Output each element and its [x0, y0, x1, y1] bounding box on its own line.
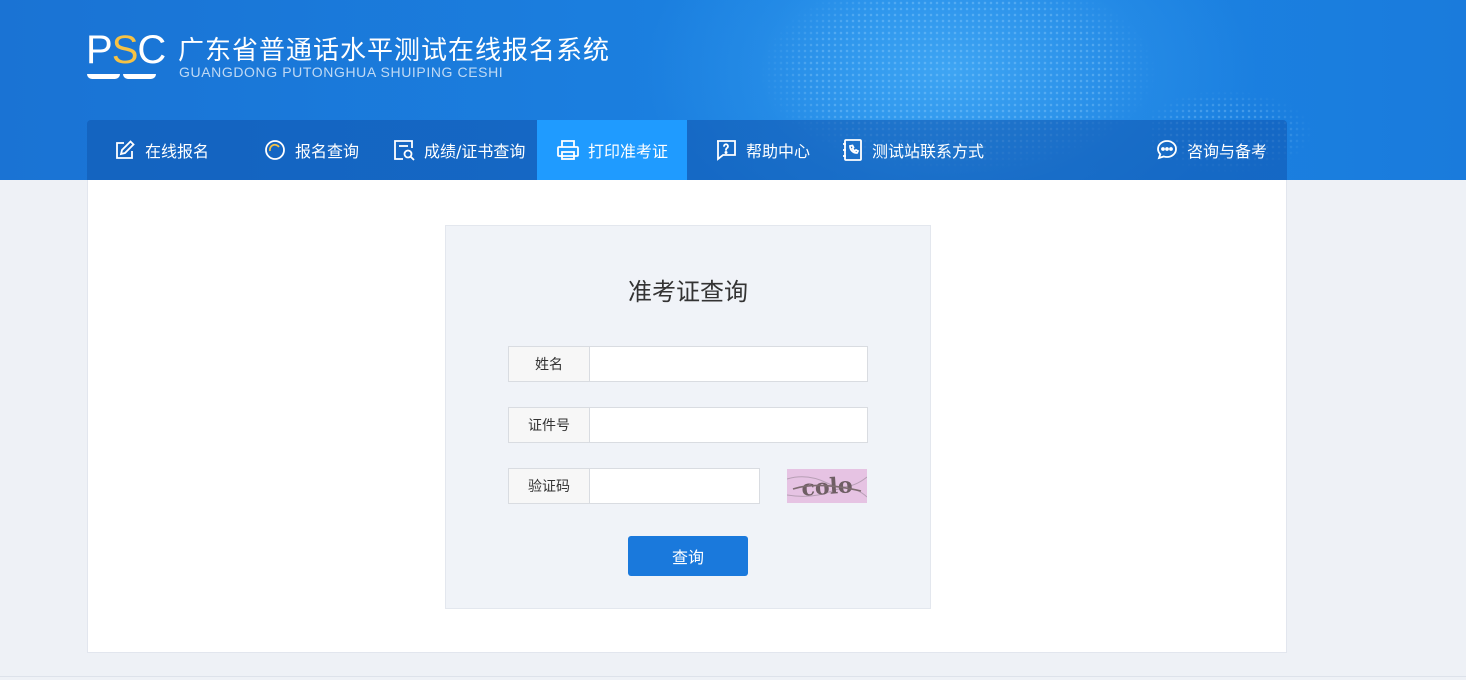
nav-item-print-admission-ticket[interactable]: 打印准考证 — [537, 120, 687, 180]
nav-item-registration-query[interactable]: 报名查询 — [263, 120, 359, 180]
main-content: 准考证查询 姓名 证件号 验证码 colo 查询 — [87, 180, 1287, 653]
nav-label: 报名查询 — [295, 142, 360, 161]
id-number-row: 证件号 — [508, 407, 868, 443]
chat-bubble-icon — [1157, 140, 1177, 160]
site-subtitle: GUANGDONG PUTONGHUA SHUIPING CESHI — [179, 64, 504, 80]
nav-label: 成绩/证书查询 — [424, 142, 526, 161]
document-search-icon — [394, 140, 415, 161]
nav-label: 帮助中心 — [746, 142, 811, 161]
captcha-row: 验证码 — [508, 468, 760, 504]
nav-item-test-station-contact[interactable]: 测试站联系方式 — [840, 120, 984, 180]
nav-item-consult-prepare[interactable]: 咨询与备考 — [1155, 120, 1267, 180]
nav-label: 测试站联系方式 — [872, 142, 985, 161]
footer-divider — [0, 676, 1466, 677]
search-circle-icon — [265, 140, 285, 160]
edit-icon — [116, 140, 135, 159]
nav-label: 咨询与备考 — [1187, 142, 1268, 161]
main-nav: 在线报名 报名查询 成绩/证书查询 打印准考证 帮助中心 测试站联系方式 咨询与… — [87, 120, 1287, 180]
captcha-input[interactable] — [590, 468, 760, 504]
id-number-label: 证件号 — [508, 407, 590, 443]
nav-label: 在线报名 — [145, 142, 210, 161]
admission-ticket-query-panel: 准考证查询 姓名 证件号 验证码 colo 查询 — [445, 225, 931, 609]
nav-item-score-certificate-query[interactable]: 成绩/证书查询 — [392, 120, 525, 180]
psc-logo[interactable]: PSC — [86, 30, 166, 82]
captcha-text: colo — [801, 472, 854, 502]
phone-book-icon — [843, 139, 862, 161]
nav-label: 打印准考证 — [587, 142, 668, 161]
printer-icon — [557, 140, 579, 160]
name-label: 姓名 — [508, 346, 590, 382]
id-number-input[interactable] — [590, 407, 868, 443]
name-row: 姓名 — [508, 346, 868, 382]
name-input[interactable] — [590, 346, 868, 382]
captcha-graphic: colo — [787, 469, 867, 503]
logo-book-icon — [87, 74, 156, 79]
nav-item-online-registration[interactable]: 在线报名 — [113, 120, 209, 180]
captcha-label: 验证码 — [508, 468, 590, 504]
site-header: PSC 广东省普通话水平测试在线报名系统 GUANGDONG PUTONGHUA… — [0, 0, 1466, 180]
captcha-image[interactable]: colo — [787, 469, 867, 503]
site-title: 广东省普通话水平测试在线报名系统 — [178, 36, 611, 66]
logo-text: PSC — [86, 28, 166, 72]
help-chat-icon — [717, 140, 736, 161]
nav-item-help-center[interactable]: 帮助中心 — [714, 120, 810, 180]
panel-title: 准考证查询 — [628, 278, 748, 306]
query-button[interactable]: 查询 — [628, 536, 748, 576]
